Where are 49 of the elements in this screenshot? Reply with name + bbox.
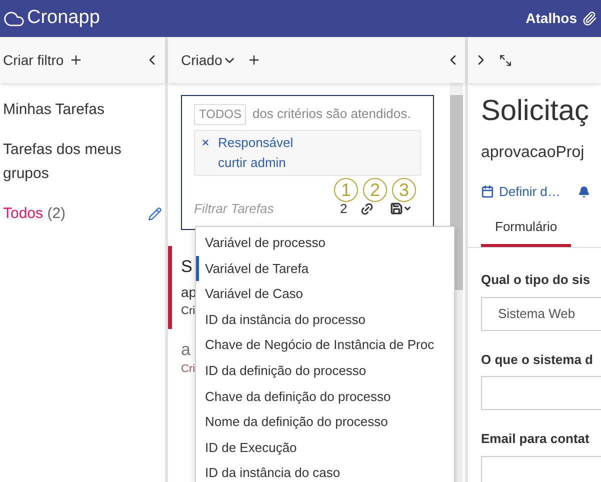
form-tab[interactable]: Formulário — [481, 216, 572, 247]
menu-item[interactable]: Chave de Negócio de Instância de Proc — [196, 332, 454, 358]
remove-icon[interactable] — [201, 138, 210, 147]
annotation-marker: 3 — [392, 178, 416, 202]
field-label: Qual o tipo do sis — [481, 271, 592, 289]
pencil-icon[interactable] — [148, 207, 162, 221]
menu-item[interactable]: Chave da definição do processo — [196, 384, 454, 410]
filter-item[interactable]: Minhas Tarefas — [3, 98, 143, 122]
filter-item[interactable]: Tarefas dos meus grupos — [3, 138, 143, 186]
caret-icon — [403, 204, 412, 214]
match-select[interactable]: TODOS — [194, 104, 246, 125]
save-icon — [390, 202, 404, 216]
calendar-icon — [481, 185, 494, 198]
menu-item[interactable]: Variável de Tarefa — [196, 256, 454, 282]
annotation-marker: 2 — [363, 178, 387, 202]
process-name: aprovacaoProj — [481, 143, 586, 163]
sort-dropdown[interactable]: Criado — [181, 50, 238, 70]
shortcuts-link[interactable]: Atalhos — [526, 8, 577, 29]
menu-item[interactable]: ID da instância do processo — [196, 306, 454, 332]
menu-item[interactable]: ID da definição do processo — [196, 358, 454, 384]
task-title: a — [181, 339, 192, 361]
match-text: dos critérios são atendidos. — [252, 106, 411, 121]
menu-item[interactable]: ID da instância do caso — [196, 460, 454, 482]
task-created: Cri — [181, 304, 196, 319]
filter-item[interactable]: Todos (2) — [3, 202, 142, 226]
task-created: Cri — [181, 362, 196, 377]
due-date-link[interactable]: Definir d… — [499, 182, 560, 202]
add-icon[interactable] — [247, 53, 262, 67]
bell-icon[interactable] — [578, 186, 590, 198]
menu-item[interactable]: Variável de Caso — [196, 281, 454, 307]
task-heading: Solicitaç — [481, 94, 590, 129]
form-field[interactable] — [481, 376, 601, 410]
criterion-text: Responsável curtir admin — [218, 134, 294, 172]
task-title: S — [181, 256, 194, 278]
brand-name: Cronapp — [27, 6, 100, 30]
task-card[interactable]: a Cri — [168, 329, 198, 387]
task-count: 2 — [340, 200, 348, 218]
plus-icon — [68, 53, 83, 67]
filter-input[interactable]: Filtrar Tarefas — [194, 199, 334, 218]
fullscreen-icon[interactable] — [499, 54, 512, 66]
menu-item[interactable]: ID de Execução — [196, 434, 454, 460]
paperclip-icon[interactable] — [582, 11, 597, 26]
menu-item[interactable]: Nome da definição do processo — [196, 409, 454, 435]
save-menu-button[interactable] — [390, 202, 412, 216]
field-label: O que o sistema d — [481, 350, 594, 369]
menu-item[interactable]: Variável de processo — [196, 230, 454, 256]
field-label: Email para contat — [481, 430, 590, 448]
form-field[interactable]: Sistema Web — [481, 296, 601, 330]
annotation-marker: 1 — [334, 178, 358, 202]
